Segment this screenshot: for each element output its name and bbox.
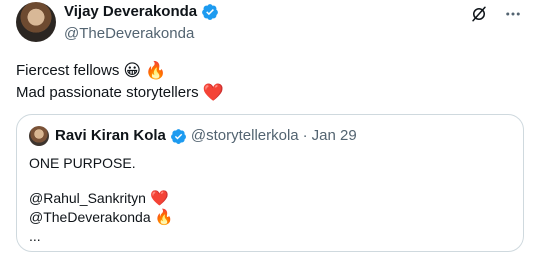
author-name-row[interactable]: Vijay Deverakonda xyxy=(64,3,219,21)
grok-glyph xyxy=(472,6,486,22)
quoted-tweet-body: ONE PURPOSE. @Rahul_Sankrityn ❤️ @TheDev… xyxy=(29,153,173,245)
quoted-author-avatar[interactable] xyxy=(29,126,49,146)
tweet-line-2-text: Mad passionate storytellers xyxy=(16,84,199,101)
top-actions xyxy=(469,4,523,24)
quoted-author-name[interactable]: Ravi Kiran Kola xyxy=(55,127,166,145)
quoted-verified-badge-icon xyxy=(170,128,186,144)
quoted-line-1-text: ONE PURPOSE. xyxy=(29,154,136,171)
quoted-tweet-card[interactable]: Ravi Kiran Kola @storytellerkola · Jan 2… xyxy=(16,114,524,252)
tweet-text: Fiercest fellows 😀 🔥 Mad passionate stor… xyxy=(16,60,224,104)
red-heart-emoji: ❤️ xyxy=(202,83,224,103)
quoted-line-1: ONE PURPOSE. xyxy=(29,153,173,172)
fire-emoji: 🔥 xyxy=(154,207,174,226)
grok-icon[interactable] xyxy=(469,4,489,24)
more-dots-glyph xyxy=(506,12,520,16)
quoted-line-spacer xyxy=(29,172,173,188)
quoted-line-4: ... xyxy=(29,226,173,245)
mention-thedeverakonda: @TheDeverakonda xyxy=(29,208,151,225)
red-heart-emoji: ❤️ xyxy=(149,188,169,207)
quoted-tweet-header: Ravi Kiran Kola @storytellerkola · Jan 2… xyxy=(55,127,357,145)
author-avatar[interactable] xyxy=(16,2,56,42)
quoted-line-2: @Rahul_Sankrityn ❤️ xyxy=(29,188,173,207)
tweet-line-2: Mad passionate storytellers ❤️ xyxy=(16,82,224,104)
tweet-line-1-text: Fiercest fellows xyxy=(16,62,120,79)
verified-badge-icon xyxy=(202,4,219,20)
tweet-line-1: Fiercest fellows 😀 🔥 xyxy=(16,60,224,82)
more-icon[interactable] xyxy=(503,4,523,24)
author-name[interactable]: Vijay Deverakonda xyxy=(64,3,197,21)
quoted-author-handle[interactable]: @storytellerkola xyxy=(191,127,299,145)
grinning-face-emoji: 😀 xyxy=(123,61,142,81)
meta-separator: · xyxy=(302,127,308,144)
fire-emoji: 🔥 xyxy=(145,61,167,81)
quoted-ellipsis: ... xyxy=(29,227,41,244)
author-handle[interactable]: @TheDeverakonda xyxy=(64,24,194,44)
quoted-tweet-date[interactable]: Jan 29 xyxy=(312,127,357,145)
quoted-line-3: @TheDeverakonda 🔥 xyxy=(29,207,173,226)
mention-rahul: @Rahul_Sankrityn xyxy=(29,189,146,206)
